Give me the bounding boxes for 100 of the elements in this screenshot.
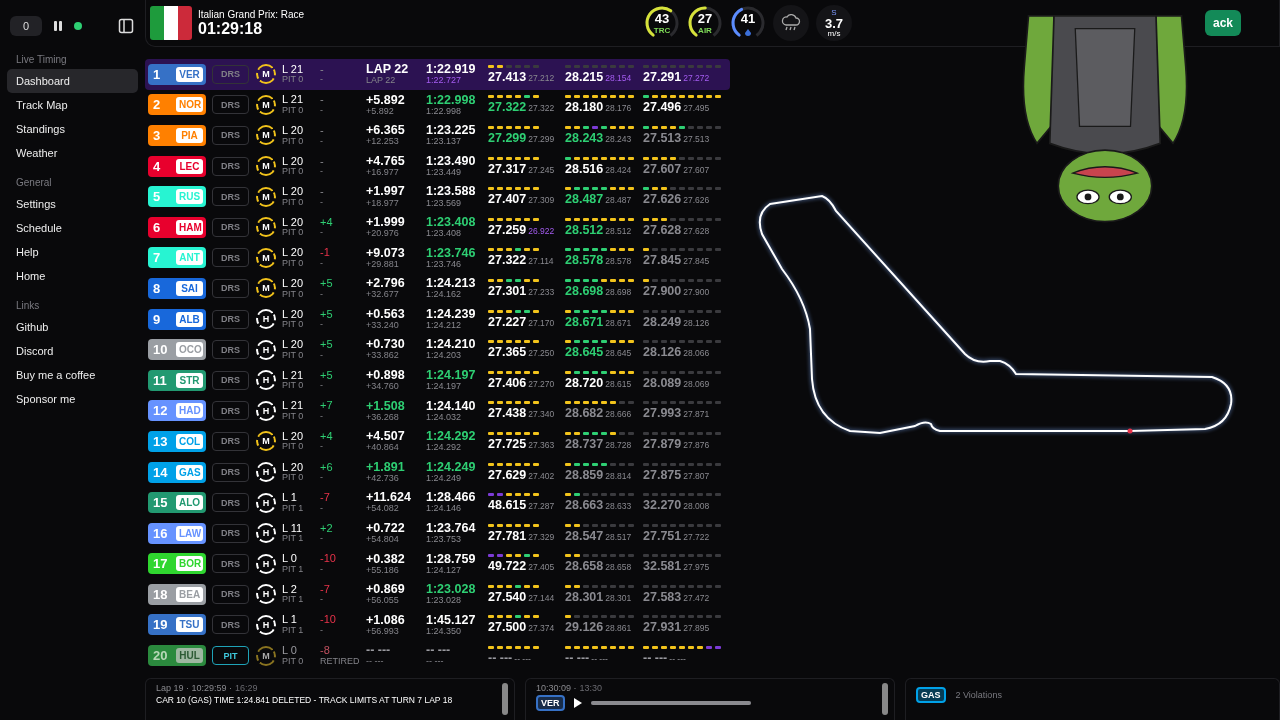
driver-badge[interactable]: 2 NOR [148,94,206,116]
sector-time: 49.722 [488,559,527,574]
nav-item[interactable]: Help [7,240,138,264]
driver-badge[interactable]: 14 GAS [148,461,206,483]
drs-indicator: DRS [212,462,249,482]
sector-best-time: 28.814 [605,470,632,481]
sector-best-time: 27.895 [683,623,710,634]
best-lap-time: 1:22.998 [426,106,463,117]
play-icon[interactable] [572,698,583,708]
best-lap-time: 1:24.292 [426,443,463,453]
pause-icon[interactable] [52,20,64,32]
sector-time: 28.516 [565,161,604,176]
sector-time: 28.645 [565,345,604,360]
sector-time: 27.299 [488,131,527,145]
nav-item[interactable]: Weather [7,141,138,165]
nav-item[interactable]: Dashboard [7,69,138,93]
driver-badge[interactable]: 11 STR [148,369,206,391]
sector-time: 28.243 [565,131,604,145]
last-lap-time: 1:24.197 [426,368,477,383]
sector-best-time: 28.126 [683,317,710,328]
driver-badge[interactable]: 10 OCO [148,339,206,361]
driver-badge[interactable]: 6 HAM [148,216,206,238]
drs-indicator: DRS [212,615,249,635]
sector-time: 28.663 [565,498,604,513]
gap-time: +0.563 [366,307,406,321]
sector-time: 28.859 [565,467,604,482]
nav-item[interactable]: Settings [7,192,138,216]
scrollbar[interactable] [502,683,508,715]
sidebar-toggle-icon[interactable] [118,18,134,34]
nav-item[interactable]: Discord [7,339,138,363]
lap-count: L 20 [282,125,304,137]
nav-item[interactable]: Sponsor me [7,387,138,411]
driver-badge[interactable]: 4 LEC [148,155,206,177]
sector-best-time: 28.069 [683,378,710,389]
interval-time: +33.240 [366,320,400,331]
gap-time: +0.730 [366,338,406,352]
tyre-icon: H [256,309,276,330]
sector-best-time: -- --- [669,654,686,665]
gap-time: +1.086 [366,613,406,627]
sector-best-time: 27.900 [683,286,710,297]
sector-time: 27.629 [488,467,527,482]
position-change: -7 [320,492,331,504]
lap-count: L 20 [282,155,304,168]
lap-count: L 1 [282,614,298,627]
pit-count: PIT 1 [282,595,305,605]
sector-time: 28.215 [565,69,604,84]
driver-badge[interactable]: 18 BEA [148,583,206,605]
scrollbar[interactable] [882,683,888,715]
highlighted-row[interactable]: 1 VER DRS M L 21 PIT 0 - - LAP 22 LAP 22 1:22.919 1:22.727 27.413 27.212 28.215 28.154 27.291 27.272 [145,59,730,90]
nav-item[interactable]: Standings [7,117,138,141]
best-lap-time: 1:23.569 [426,198,463,208]
tyre-icon: H [256,462,276,482]
drs-indicator: DRS [212,217,249,237]
driver-badge[interactable]: 9 ALB [148,308,206,330]
tyre-icon: H [256,553,276,574]
gap-time: +5.892 [366,93,406,107]
best-lap-time: 1:24.203 [426,351,463,361]
driver-badge[interactable]: 20 HUL [148,645,206,667]
status-text: - [320,564,324,575]
sector-best-time: 27.272 [683,72,710,83]
driver-badge[interactable]: 19 TSU [148,614,206,636]
gap-time: +1.891 [366,460,406,474]
position-change: - [320,155,325,168]
status-text: - [320,105,324,116]
tyre-icon: M [256,94,276,115]
lap-count: L 20 [282,461,304,474]
lap-count: L 20 [282,216,304,229]
tyre-icon: H [256,400,276,421]
sector-time: -- --- [488,651,513,666]
pit-count: PIT 0 [282,350,305,361]
message-meta: Lap 19 · 10:29:59 · [156,683,233,693]
driver-badge[interactable]: 13 COL [148,430,206,452]
position-change: +4 [320,430,334,443]
sector-best-time: 27.876 [683,439,710,450]
nav-item[interactable]: Github [7,315,138,339]
driver-badge[interactable]: 3 PIA [148,125,206,146]
status-text: - [320,473,324,483]
last-lap-time: 1:23.764 [426,521,477,536]
race-control-message: CAR 10 (GAS) TIME 1:24.841 DELETED - TRACK LIMITS AT TURN 7 LAP 18 [156,695,454,705]
last-lap-time: 1:22.919 [426,63,477,77]
status-text: - [320,381,324,391]
driver-badge[interactable]: 12 HAD [148,400,206,422]
driver-badge[interactable]: 1 VER [148,63,206,85]
nav-item[interactable]: Track Map [7,93,138,117]
nav-item[interactable]: Buy me a coffee [7,363,138,387]
driver-badge[interactable]: 16 LAW [148,522,206,544]
sector-time: 28.737 [565,436,604,451]
nav-item[interactable]: Home [7,264,138,288]
driver-badge[interactable]: 15 ALO [148,492,206,514]
sector-time: 27.317 [488,161,527,176]
driver-badge[interactable]: 8 SAI [148,277,206,299]
lap-count: L 0 [282,645,298,657]
header-button[interactable]: ack [1204,10,1241,36]
nav-item[interactable]: Schedule [7,216,138,240]
lap-count: L 1 [282,492,298,504]
sector-time: 28.126 [643,345,682,360]
sector-best-time: 28.615 [605,378,632,389]
tyre-icon: M [256,247,276,268]
lap-count: L 11 [282,522,304,535]
sector-best-time: 27.299 [528,134,555,144]
